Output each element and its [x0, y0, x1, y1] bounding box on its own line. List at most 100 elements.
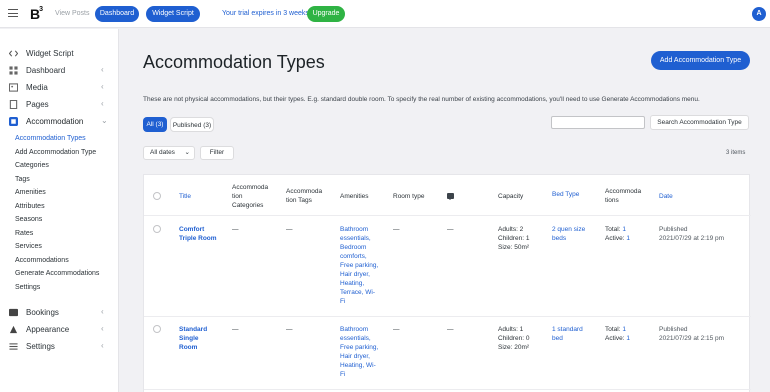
acc-active-link[interactable]: 1	[626, 335, 630, 342]
row-room-type: —	[393, 226, 400, 233]
sidebar-item-bookings[interactable]: Bookings ‹	[0, 305, 119, 321]
sidebar: Widget Script Dashboard ‹ Media ‹ Pages …	[0, 29, 119, 392]
sidebar-item-media[interactable]: Media ‹	[0, 80, 119, 96]
sidebar-item-label: Dashboard	[26, 66, 66, 75]
chevron-down-icon: ⌄	[184, 149, 190, 156]
appearance-icon	[9, 325, 18, 334]
row-categories: —	[232, 326, 239, 333]
search-input[interactable]	[551, 116, 645, 129]
submenu-services[interactable]: Services	[15, 243, 42, 250]
media-icon	[9, 83, 18, 92]
submenu-attributes[interactable]: Attributes	[15, 203, 45, 210]
acc-total-link[interactable]: 1	[622, 326, 626, 333]
row-date-status: Published	[659, 226, 688, 233]
row-bed-type[interactable]: 1 standard bed	[552, 325, 583, 343]
widget-script-button[interactable]: Widget Script	[146, 6, 200, 22]
acc-active-link[interactable]: 1	[626, 235, 630, 242]
trial-notice: Your trial expires in 3 weeks	[222, 10, 309, 17]
row-capacity: Adults: 2 Children: 1 Size: 50m²	[498, 226, 530, 251]
chevron-left-icon: ‹	[101, 324, 104, 333]
sidebar-item-dashboard[interactable]: Dashboard ‹	[0, 63, 119, 79]
row-acc-active: Active: 1	[605, 334, 630, 343]
date-filter-value: All dates	[150, 149, 175, 156]
upgrade-button[interactable]: Upgrade	[307, 6, 345, 22]
chevron-left-icon: ‹	[101, 82, 104, 91]
user-avatar[interactable]: A	[752, 7, 766, 21]
chevron-left-icon: ‹	[101, 307, 104, 316]
column-header-bed-type[interactable]: Bed Type	[552, 190, 579, 199]
filter-button[interactable]: Filter	[200, 146, 234, 160]
row-divider	[144, 215, 751, 216]
select-all-checkbox[interactable]	[153, 192, 161, 200]
acc-active-label: Active:	[605, 335, 625, 342]
row-date-status: Published	[659, 326, 688, 333]
column-header-tags: Accommoda tion Tags	[286, 188, 323, 204]
view-posts-link[interactable]: View Posts	[55, 10, 90, 17]
acc-total-link[interactable]: 1	[622, 226, 626, 233]
row-checkbox[interactable]	[153, 225, 161, 233]
sidebar-item-label: Settings	[26, 342, 55, 351]
submenu-categories[interactable]: Categories	[15, 162, 49, 169]
tab-published[interactable]: Published (3)	[170, 117, 214, 132]
settings-icon	[9, 343, 18, 350]
row-categories: —	[232, 226, 239, 233]
row-acc-total: Total: 1	[605, 325, 626, 334]
row-capacity: Adults: 1 Children: 0 Size: 20m²	[498, 326, 530, 351]
acc-total-label: Total:	[605, 326, 621, 333]
dashboard-icon	[9, 66, 18, 75]
bookings-icon	[9, 308, 18, 317]
submenu-seasons[interactable]: Seasons	[15, 216, 42, 223]
submenu-settings[interactable]: Settings	[15, 284, 40, 291]
comment-icon	[447, 193, 454, 200]
sidebar-item-label: Widget Script	[26, 49, 74, 58]
row-amenities[interactable]: Bathroom essentials, Bedroom comforts, F…	[340, 225, 378, 306]
items-count: 3 items	[726, 150, 746, 156]
accommodation-icon	[9, 117, 18, 126]
app-logo[interactable]: B3	[30, 6, 43, 22]
row-divider	[144, 389, 751, 390]
sidebar-item-settings[interactable]: Settings ‹	[0, 339, 119, 355]
submenu-accommodation-types[interactable]: Accommodation Types	[15, 135, 86, 142]
code-icon	[9, 50, 18, 57]
add-accommodation-type-button[interactable]: Add Accommodation Type	[651, 51, 750, 70]
chevron-left-icon: ‹	[101, 99, 104, 108]
submenu-add-accommodation-type[interactable]: Add Accommodation Type	[15, 149, 96, 156]
submenu-amenities[interactable]: Amenities	[15, 189, 46, 196]
date-filter-select[interactable]: All dates ⌄	[143, 146, 195, 160]
submenu-generate-accommodations[interactable]: Generate Accommodations	[15, 270, 99, 277]
sidebar-item-pages[interactable]: Pages ‹	[0, 97, 119, 113]
row-acc-active: Active: 1	[605, 234, 630, 243]
acc-active-label: Active:	[605, 235, 625, 242]
pages-icon	[9, 100, 18, 109]
column-header-date[interactable]: Date	[659, 192, 673, 201]
sidebar-item-label: Appearance	[26, 325, 70, 334]
dashboard-button[interactable]: Dashboard	[95, 6, 139, 22]
search-accommodation-type-button[interactable]: Search Accommodation Type	[650, 115, 749, 130]
chevron-left-icon: ‹	[101, 341, 104, 350]
row-title-link[interactable]: Comfort Triple Room	[179, 225, 217, 243]
submenu-accommodations[interactable]: Accommodations	[15, 257, 69, 264]
sidebar-item-label: Accommodation	[26, 117, 84, 126]
tab-all[interactable]: All (3)	[143, 117, 167, 132]
row-room-type: —	[393, 326, 400, 333]
info-notice: These are not physical accommodations, b…	[143, 96, 700, 103]
column-header-room-type: Room type	[393, 193, 425, 200]
sidebar-item-widget-script[interactable]: Widget Script	[0, 46, 119, 62]
row-amenities[interactable]: Bathroom essentials, Free parking, Hair …	[340, 325, 378, 379]
submenu-tags[interactable]: Tags	[15, 176, 30, 183]
hamburger-menu-icon[interactable]	[8, 9, 18, 17]
row-acc-total: Total: 1	[605, 225, 626, 234]
sidebar-item-accommodation[interactable]: Accommodation ⌄	[0, 114, 119, 130]
column-header-title[interactable]: Title	[179, 192, 191, 201]
sidebar-item-label: Pages	[26, 100, 49, 109]
submenu-rates[interactable]: Rates	[15, 230, 33, 237]
page-title: Accommodation Types	[143, 52, 325, 72]
row-title-link[interactable]: Standard Single Room	[179, 325, 207, 352]
row-divider	[144, 316, 751, 317]
row-tags: —	[286, 226, 293, 233]
row-checkbox[interactable]	[153, 325, 161, 333]
column-header-accommodations: Accommoda tions	[605, 188, 642, 204]
sidebar-item-appearance[interactable]: Appearance ‹	[0, 322, 119, 338]
row-bed-type[interactable]: 2 quen size beds	[552, 225, 585, 243]
row-date-value: 2021/07/29 at 2:19 pm	[659, 235, 725, 242]
